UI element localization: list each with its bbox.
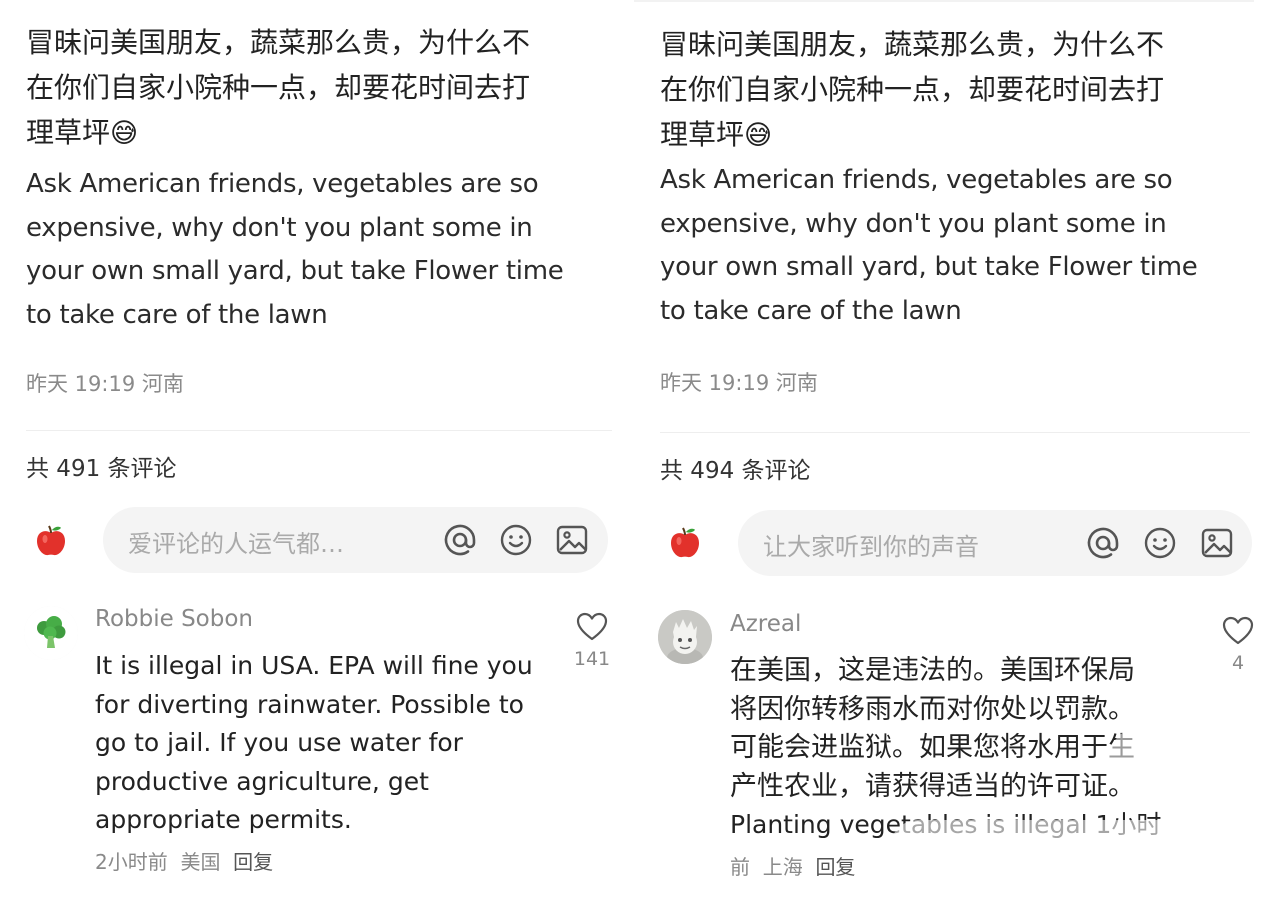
commenter-name[interactable]: Robbie Sobon [95,606,253,632]
reply-button[interactable]: 回复 [815,855,855,879]
comment-line: appropriate permits. [95,805,352,834]
apple-icon[interactable] [34,524,68,558]
comment-meta: 2小时前 美国 回复 [95,846,273,875]
divider [26,430,612,431]
comment-body: 在美国，这是违法的。美国环保局 将因你转移雨水而对你处以罚款。 可能会进监狱。如… [730,652,1210,845]
comment-line: productive agriculture, get [95,766,429,796]
post-en-line: Ask American friends, vegetables are so [26,169,539,199]
comment-meta: 前 上海 回复 [730,851,855,880]
comment-location: 上海 [762,855,803,879]
post-meta: 昨天 19:19 河南 [660,371,818,395]
comment-line: It is illegal in USA. EPA will fine you [95,651,533,680]
post-en-line: expensive, why don't you plant some in [26,212,533,243]
at-icon[interactable] [443,523,477,557]
post-text-english: Ask American friends, vegetables are so … [660,159,1250,333]
post-text-chinese: 冒昧问美国朋友，蔬菜那么贵，为什么不 在你们自家小院种一点，却要花时间去打 理草… [26,20,606,156]
heart-icon[interactable] [1222,616,1254,646]
sweat-smile-emoji: 😅 [744,120,773,151]
divider [660,432,1250,433]
commenter-name[interactable]: Azreal [730,611,801,637]
apple-icon[interactable] [668,526,702,560]
broccoli-icon [24,606,78,660]
like-count: 141 [573,648,611,670]
comment-count: 共 491 条评论 [26,456,177,482]
comment-body: It is illegal in USA. EPA will fine you … [95,647,565,840]
post-en-line: expensive, why don't you plant some in [660,208,1167,239]
comment-line: 可能会进监狱。如果您将水用于生 [730,732,1135,763]
sweat-smile-emoji: 😅 [110,118,139,149]
comment-line: 产性农业，请获得适当的许可证。 [730,770,1135,802]
right-screenshot-panel: 冒昧问美国朋友，蔬菜那么贵，为什么不 在你们自家小院种一点，却要花时间去打 理草… [634,0,1254,897]
smiley-icon[interactable] [1143,526,1177,560]
post-en-line: to take care of the lawn [26,299,328,330]
comment-count: 共 494 条评论 [660,458,811,484]
post-cn-line: 冒昧问美国朋友，蔬菜那么贵，为什么不 [660,28,1165,61]
commenter-avatar[interactable] [658,610,712,664]
post-en-line: your own small yard, but take Flower tim… [26,256,564,286]
post-cn-line: 理草坪😅 [660,118,773,151]
heart-icon[interactable] [576,612,608,642]
comment-line: 将因你转移雨水而对你处以罚款。 [730,693,1135,725]
image-icon[interactable] [555,523,589,557]
comment-input[interactable]: 让大家听到你的声音 [738,510,1252,576]
post-meta: 昨天 19:19 河南 [26,372,184,396]
like-count: 4 [1231,652,1245,674]
comment-line: go to jail. If you use water for [95,728,463,757]
post-cn-line: 冒昧问美国朋友，蔬菜那么贵，为什么不 [26,26,531,59]
left-screenshot-panel: 冒昧问美国朋友，蔬菜那么贵，为什么不 在你们自家小院种一点，却要花时间去打 理草… [0,0,620,897]
post-cn-line: 理草坪😅 [26,116,139,149]
post-en-line: Ask American friends, vegetables are so [660,165,1173,195]
at-icon[interactable] [1086,526,1120,560]
comment-time: 2小时前 [95,850,168,874]
comment-time: 前 [730,855,750,879]
comment-input[interactable]: 爱评论的人运气都… [103,507,608,573]
comment-input-placeholder: 爱评论的人运气都… [128,530,344,558]
comment-line: Planting vegetables is illegal 1小时 [730,810,1162,839]
post-en-line: your own small yard, but take Flower tim… [660,252,1198,282]
reply-button[interactable]: 回复 [233,850,273,874]
like-button[interactable]: 141 [570,612,614,670]
comment-location: 美国 [180,850,221,874]
commenter-avatar[interactable] [24,606,78,660]
post-en-line: to take care of the lawn [660,295,962,326]
comment-line: for diverting rainwater. Possible to [95,689,524,719]
image-icon[interactable] [1200,526,1234,560]
comment-line: 在美国，这是违法的。美国环保局 [730,655,1135,686]
post-text-english: Ask American friends, vegetables are so … [26,163,616,337]
figurine-avatar [658,610,712,664]
like-button[interactable]: 4 [1216,616,1260,674]
comment-input-placeholder: 让大家听到你的声音 [763,533,979,561]
post-cn-line: 在你们自家小院种一点，却要花时间去打 [660,73,1165,106]
post-cn-line: 在你们自家小院种一点，却要花时间去打 [26,71,531,104]
smiley-icon[interactable] [499,523,533,557]
post-text-chinese: 冒昧问美国朋友，蔬菜那么贵，为什么不 在你们自家小院种一点，却要花时间去打 理草… [660,22,1240,158]
